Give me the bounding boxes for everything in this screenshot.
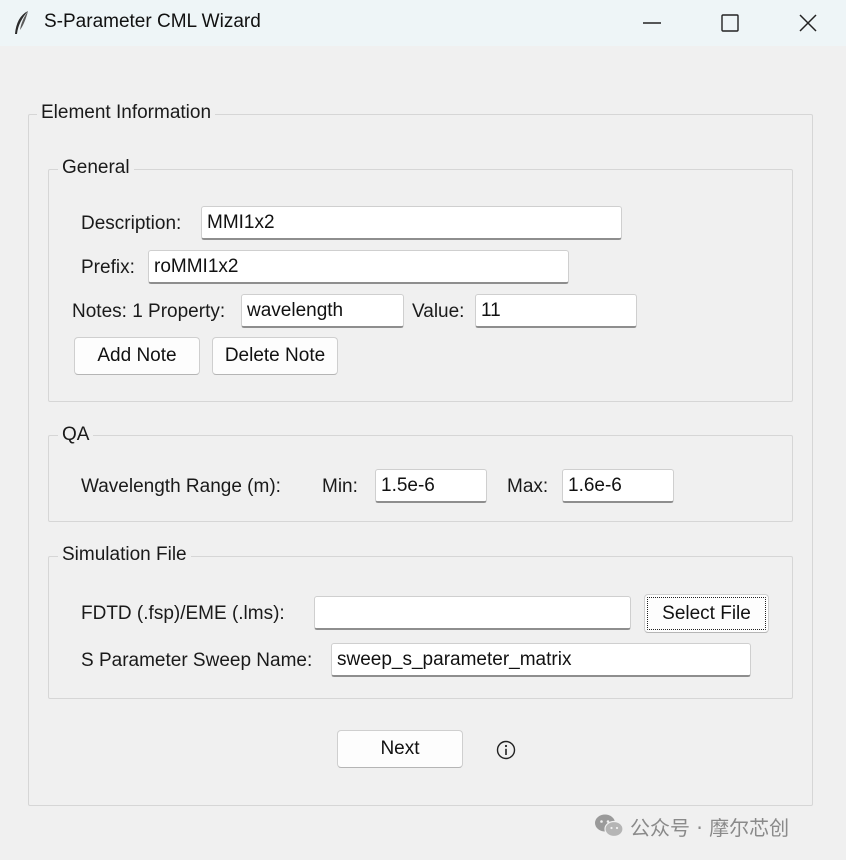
sweep-name-label: S Parameter Sweep Name: xyxy=(81,650,313,671)
value-label: Value: xyxy=(412,301,465,322)
close-button[interactable] xyxy=(778,0,838,46)
element-information-label: Element Information xyxy=(37,102,216,124)
next-button[interactable]: Next xyxy=(337,730,463,768)
qa-label: QA xyxy=(58,424,94,446)
minimize-button[interactable] xyxy=(622,0,682,46)
general-label: General xyxy=(58,157,134,179)
max-wavelength-field[interactable] xyxy=(562,469,674,503)
description-label: Description: xyxy=(81,213,182,234)
simulation-file-field[interactable] xyxy=(314,596,631,630)
sweep-name-field[interactable] xyxy=(331,643,751,677)
window-title: S-Parameter CML Wizard xyxy=(44,11,261,32)
min-label: Min: xyxy=(322,476,358,497)
watermark-text: 公众号 · 摩尔芯创 xyxy=(630,815,790,840)
watermark: 公众号 · 摩尔芯创 xyxy=(594,811,789,841)
notes-property-label: Notes: 1 Property: xyxy=(72,301,226,322)
value-field[interactable] xyxy=(475,294,637,328)
simulation-file-label: Simulation File xyxy=(58,544,191,566)
wechat-icon xyxy=(595,814,624,838)
feather-icon xyxy=(15,11,28,34)
close-icon xyxy=(799,14,817,32)
info-icon[interactable] xyxy=(495,739,517,761)
add-note-button[interactable]: Add Note xyxy=(74,337,200,375)
minimize-icon xyxy=(643,22,661,24)
property-field[interactable] xyxy=(241,294,404,328)
maximize-icon xyxy=(721,14,739,32)
fdtd-eme-label: FDTD (.fsp)/EME (.lms): xyxy=(81,603,285,624)
wavelength-range-label: Wavelength Range (m): xyxy=(81,476,281,497)
max-label: Max: xyxy=(507,476,549,497)
select-file-button[interactable]: Select File xyxy=(644,594,769,633)
delete-note-button[interactable]: Delete Note xyxy=(212,337,338,375)
description-field[interactable] xyxy=(201,206,622,240)
min-wavelength-field[interactable] xyxy=(375,469,487,503)
maximize-button[interactable] xyxy=(700,0,760,46)
title-bar: S-Parameter CML Wizard xyxy=(0,0,846,46)
prefix-field[interactable] xyxy=(148,250,569,284)
prefix-label: Prefix: xyxy=(81,257,135,278)
